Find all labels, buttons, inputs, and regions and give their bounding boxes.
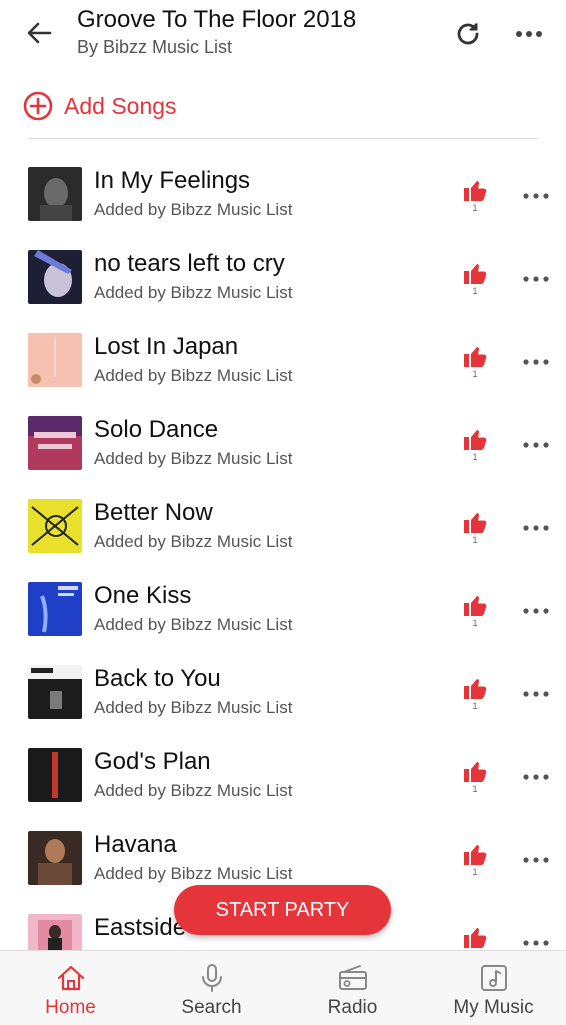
more-options-icon[interactable] — [522, 936, 550, 950]
album-art — [28, 582, 82, 636]
add-circle-icon — [23, 91, 53, 121]
thumbs-up-icon[interactable] — [462, 509, 488, 535]
nav-label: Home — [45, 997, 96, 1018]
radio-icon — [338, 965, 367, 990]
song-added-by: Added by Bibzz Music List — [94, 864, 293, 883]
song-added-by: Added by Bibzz Music List — [94, 449, 293, 468]
nav-label: My Music — [453, 997, 534, 1018]
song-row[interactable]: no tears left to cry Added by Bibzz Musi… — [0, 236, 566, 319]
nav-home[interactable]: Home — [0, 951, 141, 1025]
more-options-icon[interactable] — [522, 521, 550, 535]
song-row[interactable]: Solo Dance Added by Bibzz Music List 1 — [0, 402, 566, 485]
album-art — [28, 333, 82, 387]
more-options-icon[interactable] — [522, 355, 550, 369]
song-title: no tears left to cry — [94, 250, 285, 277]
playlist-header: Groove To The Floor 2018 By Bibzz Music … — [0, 0, 566, 70]
like-count: 1 — [472, 535, 478, 545]
song-added-by: Added by Bibzz Music List — [94, 532, 293, 551]
nav-label: Search — [181, 997, 242, 1018]
thumbs-up-icon[interactable] — [462, 924, 488, 950]
like-count: 1 — [472, 701, 478, 711]
song-title: Havana — [94, 831, 177, 858]
song-title: One Kiss — [94, 582, 192, 609]
song-added-by: Added by Bibzz Music List — [94, 615, 293, 634]
song-added-by: Added by Bibzz Music List — [94, 781, 293, 800]
thumbs-up-icon[interactable] — [462, 426, 488, 452]
song-title: Eastside — [94, 914, 187, 941]
album-art — [28, 167, 82, 221]
song-added-by: Added by Bibzz Music List — [94, 698, 293, 717]
album-art — [28, 499, 82, 553]
song-title: Lost In Japan — [94, 333, 239, 360]
album-art — [28, 831, 82, 885]
music-note-icon — [480, 965, 507, 991]
song-row[interactable]: God's Plan Added by Bibzz Music List 1 — [0, 734, 566, 817]
thumbs-up-icon[interactable] — [462, 177, 488, 203]
more-options-icon[interactable] — [522, 604, 550, 618]
like-count: 1 — [472, 784, 478, 794]
like-count: 1 — [472, 286, 478, 296]
home-icon — [57, 965, 84, 991]
divider — [28, 138, 538, 139]
playlist-title: Groove To The Floor 2018 — [77, 6, 357, 33]
more-options-icon[interactable] — [522, 770, 550, 784]
song-title: Solo Dance — [94, 416, 219, 443]
album-art — [28, 665, 82, 719]
song-added-by: Added by Bibzz Music List — [94, 200, 293, 219]
thumbs-up-icon[interactable] — [462, 675, 488, 701]
microphone-icon — [201, 964, 222, 992]
nav-my-music[interactable]: My Music — [423, 951, 564, 1025]
song-title: God's Plan — [94, 748, 211, 775]
thumbs-up-icon[interactable] — [462, 343, 488, 369]
song-row[interactable]: Lost In Japan Added by Bibzz Music List … — [0, 319, 566, 402]
playlist-owner: By Bibzz Music List — [77, 37, 233, 57]
song-title: Back to You — [94, 665, 221, 692]
more-options-icon[interactable] — [522, 687, 550, 701]
more-options-icon[interactable] — [512, 22, 546, 46]
song-row[interactable]: Back to You Added by Bibzz Music List 1 — [0, 651, 566, 734]
more-options-icon[interactable] — [522, 189, 550, 203]
album-art — [28, 748, 82, 802]
song-row[interactable]: One Kiss Added by Bibzz Music List 1 — [0, 568, 566, 651]
album-art — [28, 416, 82, 470]
thumbs-up-icon[interactable] — [462, 592, 488, 618]
thumbs-up-icon[interactable] — [462, 758, 488, 784]
nav-search[interactable]: Search — [141, 951, 282, 1025]
song-row[interactable]: Better Now Added by Bibzz Music List 1 — [0, 485, 566, 568]
add-songs-button[interactable]: Add Songs — [22, 88, 322, 124]
bottom-nav: Home Search Radio My Music — [0, 950, 566, 1025]
song-title: Better Now — [94, 499, 213, 526]
song-row[interactable]: In My Feelings Added by Bibzz Music List… — [0, 153, 566, 236]
back-arrow-icon[interactable] — [22, 16, 56, 50]
more-options-icon[interactable] — [522, 272, 550, 286]
more-options-icon[interactable] — [522, 853, 550, 867]
like-count: 1 — [472, 203, 478, 213]
song-added-by: Added by Bibzz Music List — [94, 366, 293, 385]
add-songs-label: Add Songs — [64, 92, 177, 119]
like-count: 1 — [472, 452, 478, 462]
song-title: In My Feelings — [94, 167, 251, 194]
refresh-icon[interactable] — [452, 18, 484, 50]
nav-label: Radio — [327, 997, 378, 1018]
more-options-icon[interactable] — [522, 438, 550, 452]
song-added-by: Added by Bibzz Music List — [94, 283, 293, 302]
album-art — [28, 250, 82, 304]
thumbs-up-icon[interactable] — [462, 260, 488, 286]
like-count: 1 — [472, 618, 478, 628]
like-count: 1 — [472, 867, 478, 877]
start-party-button[interactable]: START PARTY — [174, 885, 391, 935]
thumbs-up-icon[interactable] — [462, 841, 488, 867]
like-count: 1 — [472, 369, 478, 379]
nav-radio[interactable]: Radio — [282, 951, 423, 1025]
